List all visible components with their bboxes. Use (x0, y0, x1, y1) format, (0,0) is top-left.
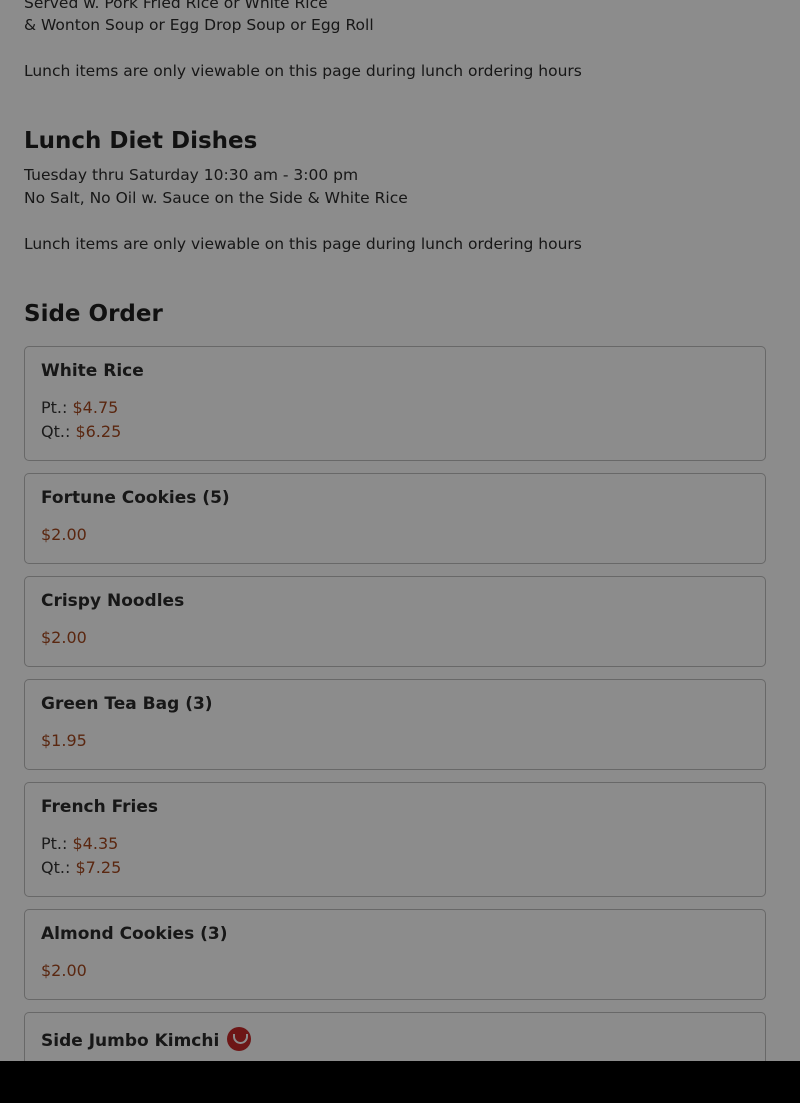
menu-page: Served w. Pork Fried Rice or White Rice … (0, 0, 800, 1061)
modal-backdrop-overlay[interactable] (0, 0, 800, 1061)
bottom-bar (0, 1061, 800, 1103)
